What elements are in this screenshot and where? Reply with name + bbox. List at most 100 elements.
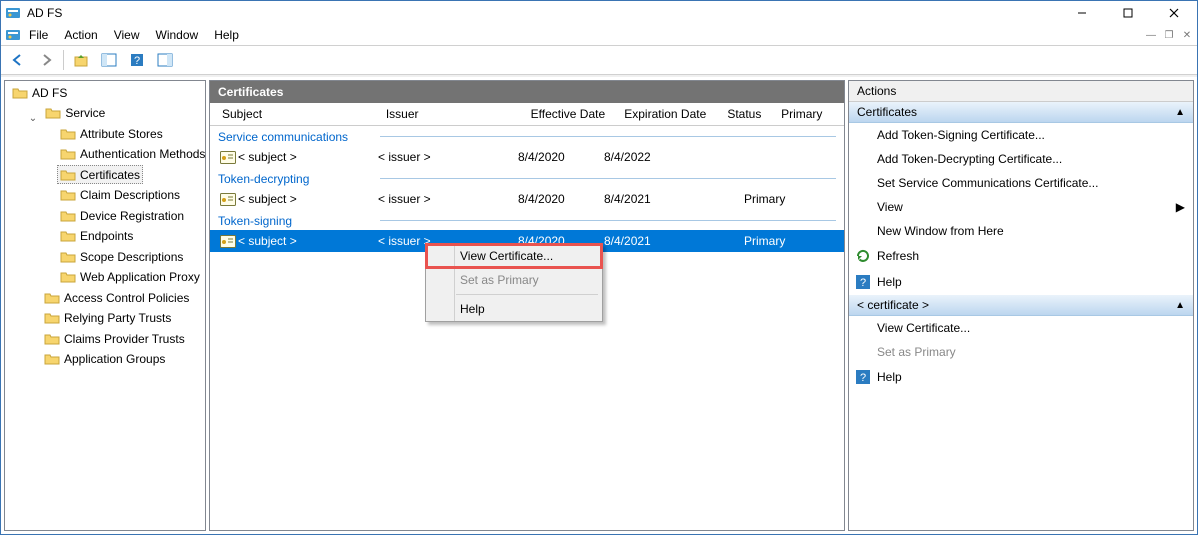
cert-issuer: < issuer >	[378, 150, 518, 164]
col-effective-date[interactable]: Effective Date	[525, 107, 619, 121]
action-section-label: < certificate >	[857, 298, 929, 312]
cert-primary: Primary	[744, 192, 804, 206]
cert-expiration: 8/4/2022	[604, 150, 700, 164]
action-section-title[interactable]: < certificate >▲	[849, 295, 1193, 316]
action-item-label: Add Token-Signing Certificate...	[877, 128, 1045, 142]
tree-item[interactable]: Access Control Policies	[41, 288, 192, 307]
mdi-restore-icon[interactable]: ❐	[1161, 30, 1177, 41]
folder-icon	[44, 290, 60, 306]
folder-icon	[60, 269, 76, 285]
cert-primary: Primary	[744, 234, 804, 248]
cert-effective: 8/4/2020	[518, 192, 604, 206]
context-menu-item[interactable]: View Certificate...	[426, 244, 602, 268]
col-status[interactable]: Status	[721, 107, 775, 121]
context-menu-separator	[456, 294, 598, 295]
forward-button[interactable]	[33, 48, 59, 72]
show-hide-tree-button[interactable]	[96, 48, 122, 72]
cert-effective: 8/4/2020	[518, 150, 604, 164]
action-item[interactable]: Refresh	[849, 243, 1193, 269]
help-button[interactable]: ?	[124, 48, 150, 72]
minimize-button[interactable]	[1059, 1, 1105, 25]
action-item[interactable]: New Window from Here	[849, 219, 1193, 243]
action-item[interactable]: Set Service Communications Certificate..…	[849, 171, 1193, 195]
action-item-label: Help	[877, 275, 902, 289]
tree-item-label: Scope Descriptions	[80, 250, 183, 264]
center-header: Certificates	[210, 81, 844, 103]
folder-icon	[60, 249, 76, 265]
action-item-label: Set as Primary	[877, 345, 956, 359]
menu-window[interactable]: Window	[148, 26, 207, 44]
mdi-minimize-icon[interactable]: —	[1143, 30, 1159, 41]
menu-help[interactable]: Help	[206, 26, 247, 44]
maximize-button[interactable]	[1105, 1, 1151, 25]
mmc-icon	[5, 27, 21, 43]
menu-view[interactable]: View	[106, 26, 148, 44]
menu-action[interactable]: Action	[56, 26, 105, 44]
tree-service[interactable]: Service	[42, 104, 108, 123]
tree-pane: AD FS ⌄ Service ·Attribute Stores·Authen…	[4, 80, 206, 531]
cert-expiration: 8/4/2021	[604, 234, 700, 248]
action-item[interactable]: View Certificate...	[849, 316, 1193, 340]
tree-item[interactable]: Scope Descriptions	[57, 247, 186, 266]
cert-group-title: Service communications	[210, 126, 844, 146]
show-hide-action-button[interactable]	[152, 48, 178, 72]
action-section-title[interactable]: Certificates▲	[849, 102, 1193, 123]
folder-icon	[60, 187, 76, 203]
folder-icon	[60, 228, 76, 244]
svg-text:?: ?	[860, 372, 866, 384]
tree-item-label: Claim Descriptions	[80, 188, 180, 202]
tree-root[interactable]: AD FS	[9, 83, 70, 102]
folder-icon	[60, 146, 76, 162]
cert-issuer: < issuer >	[378, 192, 518, 206]
action-item[interactable]: Add Token-Signing Certificate...	[849, 123, 1193, 147]
col-subject[interactable]: Subject	[210, 107, 380, 121]
up-button[interactable]	[68, 48, 94, 72]
cert-row[interactable]: < subject >< issuer >8/4/20208/4/2022	[210, 146, 844, 168]
col-expiration-date[interactable]: Expiration Date	[618, 107, 721, 121]
actions-pane: Actions Certificates▲Add Token-Signing C…	[848, 80, 1194, 531]
tree-item[interactable]: Relying Party Trusts	[41, 309, 174, 328]
certificate-icon	[218, 235, 238, 248]
tree-item[interactable]: Attribute Stores	[57, 124, 166, 143]
action-item[interactable]: Add Token-Decrypting Certificate...	[849, 147, 1193, 171]
context-menu: View Certificate...Set as Primary Help	[425, 243, 603, 322]
back-button[interactable]	[5, 48, 31, 72]
col-primary[interactable]: Primary	[775, 107, 844, 121]
cert-row[interactable]: < subject >< issuer >8/4/20208/4/2021Pri…	[210, 188, 844, 210]
action-item-label: View	[877, 200, 903, 214]
tree-item[interactable]: Web Application Proxy	[57, 268, 203, 287]
tree-item[interactable]: Application Groups	[41, 350, 168, 369]
action-item-label: View Certificate...	[877, 321, 970, 335]
tree-item-label: Authentication Methods	[80, 147, 205, 161]
tree-item[interactable]: Claims Provider Trusts	[41, 329, 188, 348]
app-title: AD FS	[27, 6, 62, 20]
certificate-icon	[218, 151, 238, 164]
action-item-label: New Window from Here	[877, 224, 1004, 238]
tree-item[interactable]: Device Registration	[57, 206, 187, 225]
tree-service-label: Service	[65, 106, 105, 120]
tree-item[interactable]: Authentication Methods	[57, 145, 206, 164]
chevron-right-icon: ▶	[1176, 200, 1185, 214]
action-item[interactable]: ?Help	[849, 364, 1193, 390]
folder-icon	[60, 208, 76, 224]
app-icon	[5, 5, 21, 21]
chevron-up-icon: ▲	[1175, 107, 1185, 118]
cert-group-title: Token-decrypting	[210, 168, 844, 188]
svg-text:?: ?	[134, 55, 140, 67]
tree-item[interactable]: Certificates	[57, 165, 143, 184]
tree-item-label: Relying Party Trusts	[64, 311, 171, 325]
context-menu-item: Set as Primary	[426, 268, 602, 292]
refresh-icon	[855, 248, 871, 264]
context-menu-item[interactable]: Help	[426, 297, 602, 321]
tree-item[interactable]: Claim Descriptions	[57, 186, 183, 205]
expander-icon[interactable]: ⌄	[27, 113, 39, 124]
cert-subject: < subject >	[238, 192, 297, 206]
action-item[interactable]: ?Help	[849, 269, 1193, 295]
action-item[interactable]: View ▶	[849, 195, 1193, 219]
col-issuer[interactable]: Issuer	[380, 107, 525, 121]
mdi-close-icon[interactable]: ✕	[1179, 30, 1195, 41]
tree-item[interactable]: Endpoints	[57, 227, 136, 246]
close-button[interactable]	[1151, 1, 1197, 25]
menu-file[interactable]: File	[21, 26, 56, 44]
folder-icon	[12, 85, 28, 101]
